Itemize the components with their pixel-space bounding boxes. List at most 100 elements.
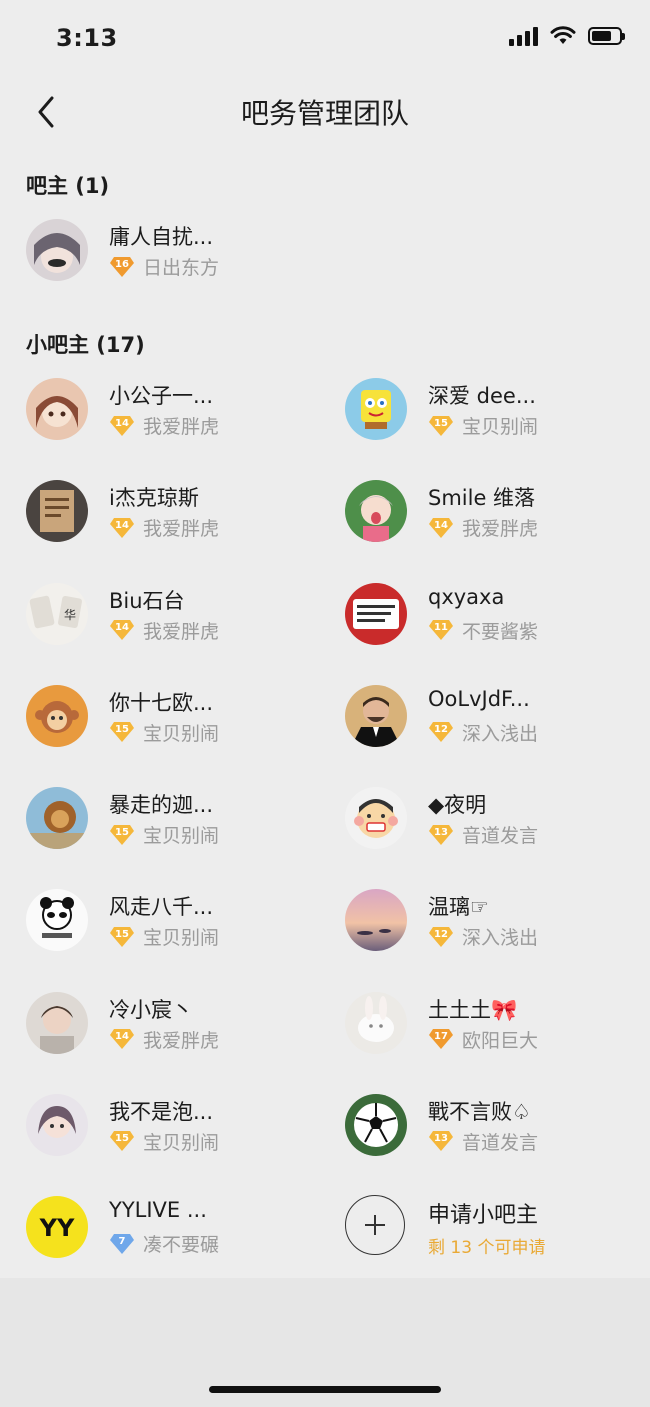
level-badge-icon: 15 [428, 415, 454, 437]
moderator-member-item[interactable]: ◆夜明 13 音道发言 [345, 787, 635, 857]
svg-text:YY: YY [39, 1214, 75, 1242]
moderator-member-item[interactable]: 风走八千... 15 宝贝别闹 [26, 889, 316, 959]
plus-icon [365, 1215, 385, 1235]
battery-level [592, 31, 611, 41]
boy-portrait-avatar-icon[interactable] [26, 991, 88, 1054]
level-badge-icon: 16 [109, 256, 135, 278]
rabbit-avatar-icon[interactable] [345, 991, 407, 1054]
level-badge-icon: 13 [428, 824, 454, 846]
level-badge-icon: 14 [109, 619, 135, 641]
moderator-member-item[interactable]: 深爱 dee... 15 宝贝别闹 [345, 378, 635, 448]
member-forum: 音道发言 [462, 825, 539, 847]
level-badge-icon: 12 [428, 926, 454, 948]
home-indicator [209, 1386, 441, 1393]
moderator-member-item[interactable]: 土土土🎀 17 欧阳巨大 [345, 991, 635, 1062]
member-badge-row: 15 宝贝别闹 [109, 719, 219, 746]
moderator-member-item[interactable]: OoLvJdF... 12 深入浅出 [345, 684, 635, 755]
yy-logo-avatar-icon[interactable]: YY [26, 1196, 88, 1258]
level-badge-icon: 7 [109, 1233, 135, 1255]
moderator-member-item[interactable]: 你十七欧... 15 宝贝别闹 [26, 684, 316, 755]
member-forum: 日出东方 [143, 257, 220, 279]
monkey-avatar-icon[interactable] [26, 684, 88, 747]
status-bar: 3:13 [0, 0, 650, 80]
book-photo-avatar-icon[interactable] [26, 480, 88, 543]
moderator-member-item[interactable]: 暴走的迦... 15 宝贝别闹 [26, 787, 316, 857]
soccer-ball-avatar-icon[interactable] [345, 1093, 407, 1156]
level-badge-icon: 15 [109, 1130, 135, 1152]
level-badge-icon: 14 [109, 1028, 135, 1050]
moderator-member-item[interactable]: YY YYLIVE ... 7 凑不要碾 [26, 1196, 316, 1266]
page-title: 吧务管理团队 [240, 97, 409, 130]
member-badge-row: 14 我爱胖虎 [428, 514, 538, 541]
member-badge-row: 15 宝贝别闹 [428, 412, 538, 439]
member-forum: 我爱胖虎 [143, 518, 220, 541]
member-forum: 宝贝别闹 [462, 416, 539, 438]
owner-member-item[interactable]: 庸人自扰... 16 日出东方 [26, 219, 326, 289]
level-badge-icon: 15 [109, 721, 135, 743]
apply-remaining: 剩 13 个可申请 [428, 1238, 546, 1258]
lion-avatar-icon[interactable] [26, 787, 88, 849]
member-name: 暴走的迦... [109, 793, 214, 817]
member-forum: 凑不要碾 [143, 1234, 220, 1256]
moderator-member-item[interactable]: 冷小宸丶 14 我爱胖虎 [26, 991, 316, 1062]
moderator-member-item[interactable]: 戰不言败♤ 13 音道发言 [345, 1093, 635, 1164]
sponge-cartoon-avatar-icon[interactable] [345, 378, 407, 440]
member-badge-row: 15 宝贝别闹 [109, 923, 219, 950]
moderator-member-item[interactable]: qxyaxa 11 不要酱紫 [345, 582, 635, 653]
member-name: 你十七欧... [109, 690, 214, 715]
girl-portrait-avatar-icon[interactable] [26, 1093, 88, 1156]
member-forum: 我爱胖虎 [462, 518, 539, 541]
member-forum: 我爱胖虎 [143, 620, 220, 643]
member-badge-row: 14 我爱胖虎 [109, 1026, 219, 1053]
meme-text-avatar-icon[interactable] [345, 582, 407, 645]
member-badge-row: 14 我爱胖虎 [109, 412, 219, 439]
member-name: Smile 维落 [428, 486, 536, 511]
member-badge-row: 13 音道发言 [428, 1128, 538, 1155]
level-badge-icon: 17 [428, 1028, 454, 1050]
member-forum: 我爱胖虎 [143, 1029, 220, 1052]
member-badge-row: 15 宝贝别闹 [109, 1128, 219, 1155]
status-time: 3:13 [56, 24, 118, 52]
cards-avatar-icon[interactable]: 华 [26, 582, 88, 645]
moderator-member-item[interactable]: 华 Biu石台 14 我爱胖虎 [26, 582, 316, 653]
member-forum: 我爱胖虎 [143, 416, 220, 438]
wifi-icon [550, 26, 576, 44]
sunset-avatar-icon[interactable] [345, 889, 407, 952]
member-badge-row: 16 日出东方 [109, 253, 219, 280]
member-forum: 宝贝别闹 [143, 825, 220, 847]
member-badge-row: 14 我爱胖虎 [109, 617, 219, 644]
level-badge-icon: 15 [109, 824, 135, 846]
moderator-member-item[interactable]: 小公子一... 14 我爱胖虎 [26, 378, 316, 448]
level-badge-icon: 15 [109, 926, 135, 948]
cartoon-face-avatar-icon[interactable] [345, 787, 407, 849]
member-badge-row: 13 音道发言 [428, 821, 538, 848]
owner-section-title: 吧主 (1) [26, 174, 110, 198]
navigation-bar: 吧务管理团队 [0, 80, 650, 142]
member-name: i杰克琼斯 [109, 486, 199, 511]
moderator-member-item[interactable]: 我不是泡... 15 宝贝别闹 [26, 1093, 316, 1164]
moderator-member-item[interactable]: 温璃☞ 12 深入浅出 [345, 889, 635, 959]
anime-girl-avatar-icon[interactable] [26, 378, 88, 440]
member-name: 风走八千... [109, 895, 214, 920]
battery-icon [588, 27, 625, 45]
moderator-member-item[interactable]: i杰克琼斯 14 我爱胖虎 [26, 480, 316, 550]
member-forum: 宝贝别闹 [143, 927, 220, 950]
member-name: YYLIVE ... [109, 1198, 207, 1222]
member-name: OoLvJdF... [428, 686, 530, 711]
apply-moderator-button[interactable]: 申请小吧主 剩 13 个可申请 [345, 1195, 635, 1265]
member-forum: 欧阳巨大 [462, 1029, 539, 1052]
man-in-suit-avatar-icon[interactable] [345, 684, 407, 747]
cartoon-girl-avatar-icon[interactable] [345, 480, 407, 543]
panda-meme-avatar-icon[interactable] [26, 889, 88, 952]
member-forum: 宝贝别闹 [143, 722, 220, 745]
member-name: 我不是泡... [109, 1099, 214, 1124]
moderator-section-title: 小吧主 (17) [26, 333, 145, 357]
member-name: qxyaxa [428, 584, 505, 609]
owner-avatar-icon[interactable] [26, 219, 88, 281]
level-badge-icon: 14 [109, 517, 135, 539]
level-badge-icon: 11 [428, 619, 454, 641]
member-name: Biu石台 [109, 588, 185, 613]
moderator-member-item[interactable]: Smile 维落 14 我爱胖虎 [345, 480, 635, 550]
member-forum: 不要酱紫 [462, 620, 539, 643]
apply-circle[interactable] [345, 1195, 405, 1255]
